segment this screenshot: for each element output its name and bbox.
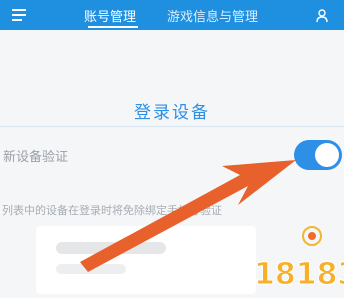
tab-account-management[interactable]: 账号管理	[84, 6, 136, 25]
user-icon[interactable]	[316, 9, 328, 22]
device-name-placeholder	[56, 242, 166, 254]
tab-game-info-management[interactable]: 游戏信息与管理	[167, 6, 258, 25]
watermark-logo: 18183	[250, 222, 344, 294]
section-title-login-devices: 登录设备	[134, 103, 210, 123]
device-list-item[interactable]	[36, 226, 256, 294]
top-bar: 账号管理 游戏信息与管理	[0, 0, 344, 30]
menu-icon[interactable]	[12, 8, 26, 22]
toggle-knob	[315, 143, 339, 167]
divider	[0, 126, 344, 127]
active-tab-indicator	[88, 26, 138, 28]
watermark-text: 18183	[254, 257, 344, 292]
new-device-verification-toggle[interactable]	[294, 140, 342, 170]
new-device-verification-label: 新设备验证	[3, 150, 69, 165]
device-info-placeholder	[56, 264, 126, 274]
device-list-description: 列表中的设备在登录时将免除绑定手机号验证	[2, 204, 222, 217]
